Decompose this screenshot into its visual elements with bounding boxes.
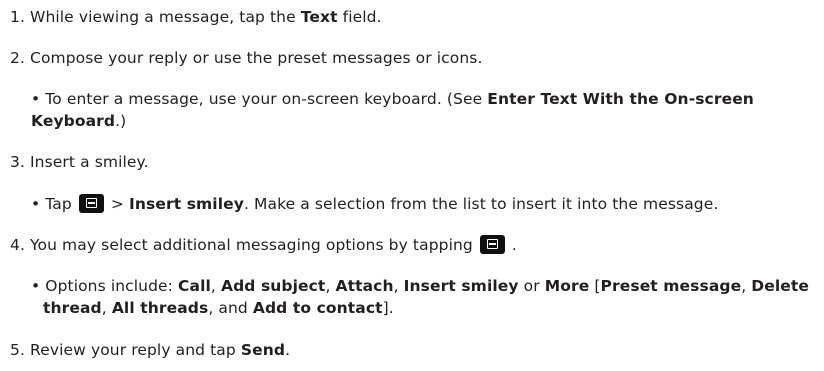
step-2-text: Compose your reply or use the preset mes… [30,49,483,67]
bullet-marker: • [31,277,46,295]
step-5-text: Review your reply and tap [30,341,241,359]
step-4-bullet-continued: thread, All threads, and Add to contact]… [43,298,394,318]
step-3-bullet-end: . Make a selection from the list to inse… [243,195,719,213]
step-2-number: 2. [10,49,31,67]
option-delete-thread-continued: thread [43,299,102,317]
step-2-bullet-continued: Keyboard.) [31,111,126,131]
separator: or [518,277,545,295]
option-preset-message: Preset message [600,277,742,295]
menu-key-icon [78,194,104,213]
separator: ]. [382,299,394,317]
option-all-threads: All threads [111,299,209,317]
step-3-bullet: • Tap > Insert smiley. Make a selection … [31,194,718,214]
step-2-bullet: • To enter a message, use your on-screen… [31,89,754,109]
option-add-subject: Add subject [220,277,326,295]
option-delete-thread: Delete [751,277,809,295]
step-3: 3. Insert a smiley. [10,152,149,172]
step-3-bullet-text: Tap [45,195,77,213]
step-5: 5. Review your reply and tap Send. [10,340,290,360]
option-call: Call [178,277,211,295]
step-4-text-end: . [506,236,517,254]
text-field-label: Text [300,8,338,26]
step-3-text: Insert a smiley. [30,153,149,171]
step-1-number: 1. [10,8,31,26]
keyboard-section-link-continued: Keyboard [31,112,116,130]
step-4: 4. You may select additional messaging o… [10,235,517,255]
option-attach: Attach [335,277,394,295]
insert-smiley-option: Insert smiley [129,195,244,213]
separator: , [325,277,336,295]
menu-key-icon [479,235,505,254]
step-5-number: 5. [10,341,31,359]
bullet-marker: • [31,195,46,213]
option-more: More [544,277,590,295]
step-4-text: You may select additional messaging opti… [30,236,478,254]
separator: , [741,277,752,295]
separator: , and [208,299,253,317]
menu-separator: > [105,195,130,213]
options-intro: Options include: [45,277,179,295]
separator: , [393,277,404,295]
step-2: 2. Compose your reply or use the preset … [10,48,483,68]
option-add-to-contact: Add to contact [252,299,383,317]
step-2-bullet-end: .) [115,112,127,130]
bullet-marker: • [31,90,46,108]
separator: , [210,277,221,295]
step-2-bullet-text: To enter a message, use your on-screen k… [45,90,488,108]
step-3-number: 3. [10,153,31,171]
instruction-page: 1. While viewing a message, tap the Text… [0,0,824,371]
keyboard-section-link: Enter Text With the On-screen [487,90,754,108]
send-button-label: Send [240,341,286,359]
step-5-text-end: . [285,341,291,359]
option-insert-smiley: Insert smiley [403,277,519,295]
step-4-bullet: • Options include: Call, Add subject, At… [31,276,809,296]
step-1: 1. While viewing a message, tap the Text… [10,7,382,27]
step-1-text: While viewing a message, tap the [30,8,301,26]
separator: [ [589,277,601,295]
step-4-number: 4. [10,236,31,254]
separator: , [101,299,112,317]
step-1-text-end: field. [337,8,382,26]
